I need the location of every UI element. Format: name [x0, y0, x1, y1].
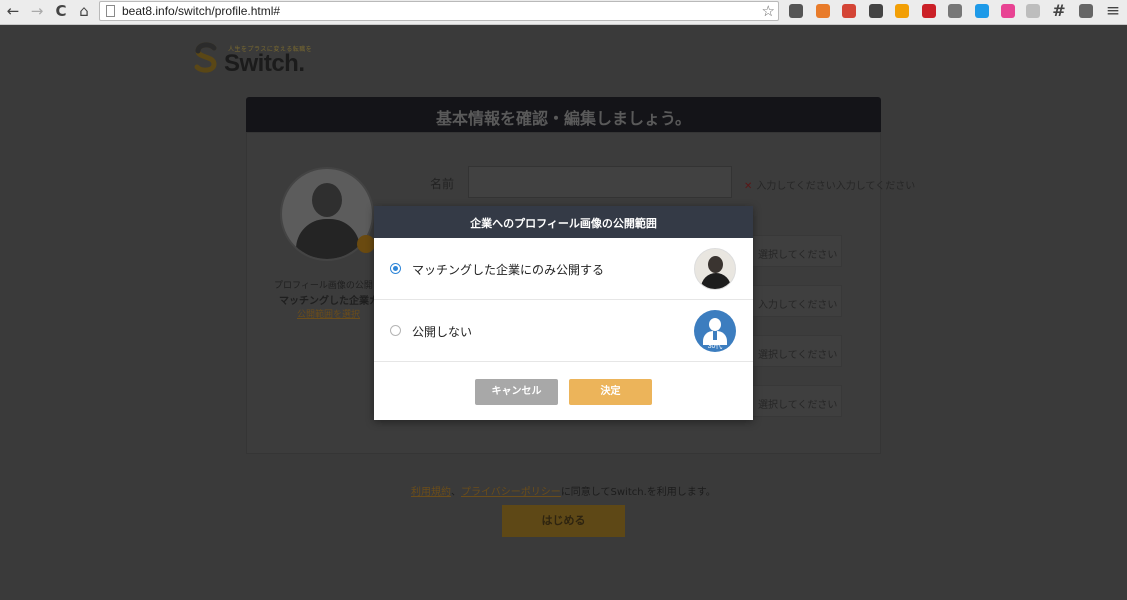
option-label: マッチングした企業にのみ公開する: [412, 263, 605, 277]
radio-private[interactable]: [390, 325, 401, 336]
option-private[interactable]: 公開しない 30代: [374, 300, 753, 362]
cancel-button[interactable]: キャンセル: [475, 379, 558, 405]
home-icon[interactable]: ⌂: [75, 2, 93, 20]
start-button[interactable]: はじめる: [502, 505, 625, 537]
profile-photo-thumbnail: [694, 248, 736, 290]
forward-icon[interactable]: →: [28, 2, 46, 20]
page-title: 基本情報を確認・編集しましょう。: [435, 109, 692, 128]
name-input[interactable]: [468, 166, 732, 198]
hash-extension-icon[interactable]: #: [1050, 2, 1068, 20]
photo-scope-label: プロフィール画像の公開: [274, 281, 373, 291]
side-error: 入力してください: [758, 300, 838, 311]
card-header: 基本情報を確認・編集しましょう。: [246, 97, 881, 132]
browser-extension-icon[interactable]: [789, 4, 803, 18]
photo-body: [701, 273, 731, 289]
radio-matching-only[interactable]: [390, 263, 401, 274]
side-error: 選択してください: [758, 400, 838, 411]
terms-link[interactable]: 利用規約: [411, 487, 451, 498]
browser-menu-icon[interactable]: ≡: [1104, 2, 1122, 20]
terms-agree-text: に同意してSwitch.を利用します。: [560, 487, 716, 498]
page-icon: [106, 5, 115, 17]
browser-extension-icon[interactable]: [842, 4, 856, 18]
age-badge: 30代: [707, 343, 723, 350]
silhouette-head: [709, 318, 721, 331]
name-error-text: 入力してください入力してください: [756, 181, 916, 192]
browser-extension-icon[interactable]: [1001, 4, 1015, 18]
photo-scope-value: マッチングした企業カ: [279, 296, 379, 307]
silhouette-tie: [713, 331, 717, 340]
option-matching-only[interactable]: マッチングした企業にのみ公開する: [374, 238, 753, 300]
switch-logo-icon: [194, 42, 217, 73]
browser-extension-icon[interactable]: [921, 4, 936, 18]
browser-extension-icon[interactable]: [1026, 4, 1040, 18]
edit-photo-icon[interactable]: [357, 235, 375, 253]
logo-text: Switch.: [224, 50, 305, 77]
name-error: ✕ 入力してください入力してください: [744, 177, 915, 192]
privacy-policy-link[interactable]: プライバシーポリシー: [461, 487, 561, 498]
silhouette-avatar-icon: 30代: [694, 310, 736, 352]
address-bar[interactable]: beat8.info/switch/profile.html# ☆: [99, 1, 779, 21]
modal-header: 企業へのプロフィール画像の公開範囲: [374, 206, 753, 238]
url-text[interactable]: beat8.info/switch/profile.html#: [122, 4, 280, 18]
bookmark-star-icon[interactable]: ☆: [762, 2, 775, 20]
side-error: 選択してください: [758, 350, 838, 361]
browser-extension-icon[interactable]: [1079, 4, 1093, 18]
browser-extension-icon[interactable]: [948, 4, 962, 18]
photo-visibility-modal: 企業へのプロフィール画像の公開範囲 マッチングした企業にのみ公開する 公開しない…: [374, 206, 753, 420]
name-label: 名前: [430, 177, 455, 191]
reload-icon[interactable]: C: [52, 2, 70, 20]
terms-separator: 、: [451, 487, 461, 498]
browser-extension-icon[interactable]: [974, 4, 989, 18]
browser-extension-icon[interactable]: [895, 4, 909, 18]
terms-text: 利用規約、プライバシーポリシーに同意してSwitch.を利用します。: [411, 483, 716, 498]
option-label: 公開しない: [412, 325, 473, 339]
error-x-icon: ✕: [744, 181, 753, 192]
modal-title: 企業へのプロフィール画像の公開範囲: [470, 217, 657, 230]
avatar-body: [296, 219, 360, 259]
browser-toolbar: ← → C ⌂ beat8.info/switch/profile.html# …: [0, 0, 1127, 25]
browser-extension-icon[interactable]: [815, 4, 830, 18]
browser-extension-icon[interactable]: [868, 4, 883, 18]
ok-button[interactable]: 決定: [569, 379, 652, 405]
photo-head: [708, 256, 723, 273]
side-error: 選択してください: [758, 250, 838, 261]
back-icon[interactable]: ←: [4, 2, 22, 20]
avatar-head: [312, 183, 342, 217]
photo-scope-link[interactable]: 公開範囲を選択: [297, 307, 360, 320]
